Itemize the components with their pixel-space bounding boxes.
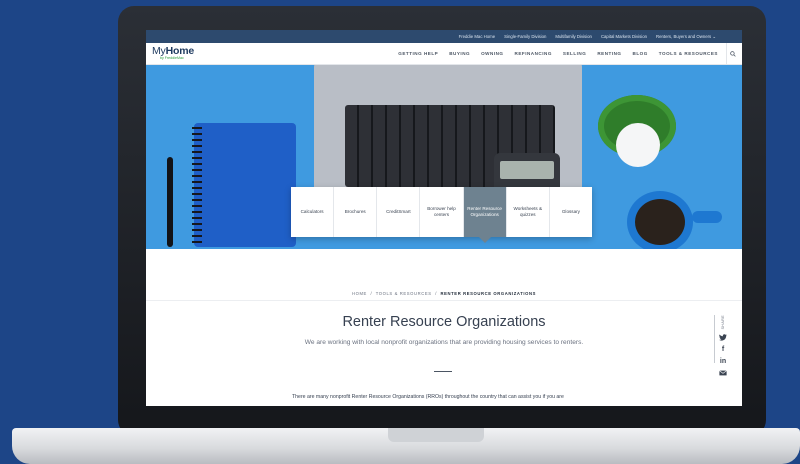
page-subtitle: We are working with local nonprofit orga… [304,339,584,346]
nav-owning[interactable]: OWNING [481,51,503,56]
hero-calculator-screen [500,161,554,179]
tile-calculators[interactable]: Calculators [291,187,335,237]
page-title: Renter Resource Organizations [342,314,546,330]
utility-link-freddie-mac-home[interactable]: Freddie Mac Home [459,34,496,39]
breadcrumb-divider [146,300,742,301]
tile-creditsmart[interactable]: CreditSmart [377,187,421,237]
nav-blog[interactable]: BLOG [633,51,648,56]
hero-notebook-spiral [192,127,202,243]
utility-link-multifamily[interactable]: Multifamily Division [555,34,592,39]
tile-brochures[interactable]: Brochures [334,187,378,237]
browser-screen: Freddie Mac Home Single-Family Division … [146,30,742,406]
utility-bar: Freddie Mac Home Single-Family Division … [146,30,742,43]
breadcrumb: HOME / TOOLS & RESOURCES / RENTER RESOUR… [146,291,742,296]
logo-by-freddie-mac: by FreddieMac [160,55,184,60]
tile-renter-resource-organizations[interactable]: Renter Resource Organizations [463,187,507,243]
utility-link-capital-markets[interactable]: Capital Markets Division [601,34,647,39]
site-header: MyHome by FreddieMac GETTING HELP BUYING… [146,42,742,65]
nav-refinancing[interactable]: REFINANCING [515,51,552,56]
body-paragraph: There are many nonprofit Renter Resource… [292,394,564,400]
breadcrumb-current: RENTER RESOURCE ORGANIZATIONS [440,291,536,296]
my-home-logo[interactable]: MyHome by FreddieMac [146,46,206,60]
tile-borrower-help-centers[interactable]: Borrower help centers [420,187,464,237]
breadcrumb-tools-resources[interactable]: TOOLS & RESOURCES [376,291,432,296]
hero-pen [167,157,173,247]
breadcrumb-home[interactable]: HOME [352,291,367,296]
search-icon [729,50,736,57]
share-label: SHARE [721,315,725,330]
nav-tools-resources[interactable]: TOOLS & RESOURCES [659,51,718,56]
tile-worksheets-quizzes[interactable]: Worksheets & quizzes [507,187,550,237]
hero-mug-handle [692,211,722,223]
utility-link-renters-buyers-owners[interactable]: Renters, Buyers and Owners ⌄ [656,34,716,40]
hero-coffee [635,199,685,245]
share-bar: SHARE f in [716,315,730,377]
hero-plant-pot [616,123,660,167]
laptop-notch [388,428,484,442]
share-divider [714,315,715,363]
title-divider [434,371,452,372]
twitter-icon[interactable] [719,333,727,341]
breadcrumb-separator: / [370,291,373,296]
search-button[interactable] [726,42,738,65]
main-nav: GETTING HELP BUYING OWNING REFINANCING S… [206,51,726,56]
hero-notebook [194,123,296,247]
nav-getting-help[interactable]: GETTING HELP [398,51,438,56]
email-icon[interactable] [719,369,727,377]
tile-glossary[interactable]: Glossary [550,187,592,237]
facebook-icon[interactable]: f [719,345,727,353]
breadcrumb-separator: / [435,291,437,296]
nav-renting[interactable]: RENTING [597,51,621,56]
nav-buying[interactable]: BUYING [449,51,470,56]
resource-tiles: Calculators Brochures CreditSmart Borrow… [291,187,592,243]
nav-selling[interactable]: SELLING [563,51,586,56]
linkedin-icon[interactable]: in [719,357,727,365]
utility-link-single-family[interactable]: Single-Family Division [504,34,546,39]
